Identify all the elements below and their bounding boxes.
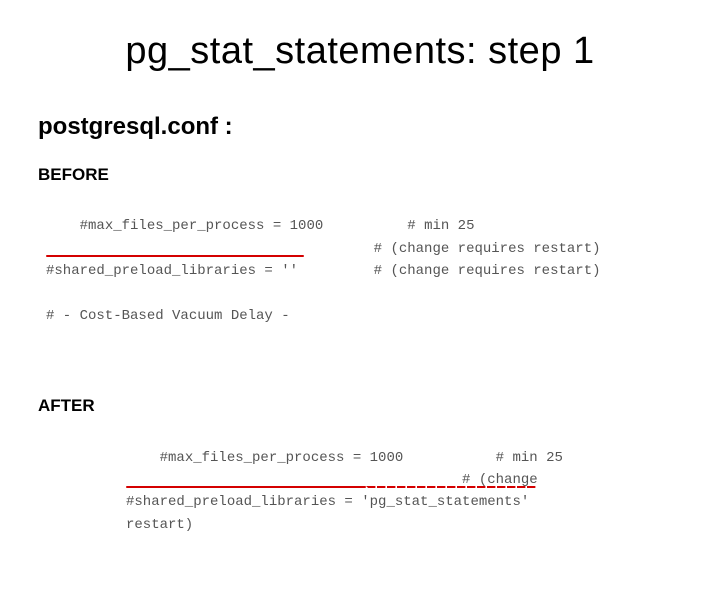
underline-after-right: [366, 486, 536, 488]
before-label: BEFORE: [38, 165, 690, 185]
after-code: #max_files_per_process = 1000 # min 25 #…: [126, 424, 690, 603]
underline-before: [46, 255, 304, 257]
before-code-text: #max_files_per_process = 1000 # min 25 #…: [46, 218, 601, 324]
before-code: #max_files_per_process = 1000 # min 25 #…: [46, 193, 690, 372]
after-code-text: #max_files_per_process = 1000 # min 25 #…: [126, 450, 563, 533]
underline-after-left: [126, 486, 366, 488]
subtitle: postgresql.conf :: [38, 113, 690, 141]
after-label: AFTER: [38, 396, 690, 416]
slide: pg_stat_statements: step 1 postgresql.co…: [0, 0, 720, 540]
page-title: pg_stat_statements: step 1: [30, 30, 690, 73]
